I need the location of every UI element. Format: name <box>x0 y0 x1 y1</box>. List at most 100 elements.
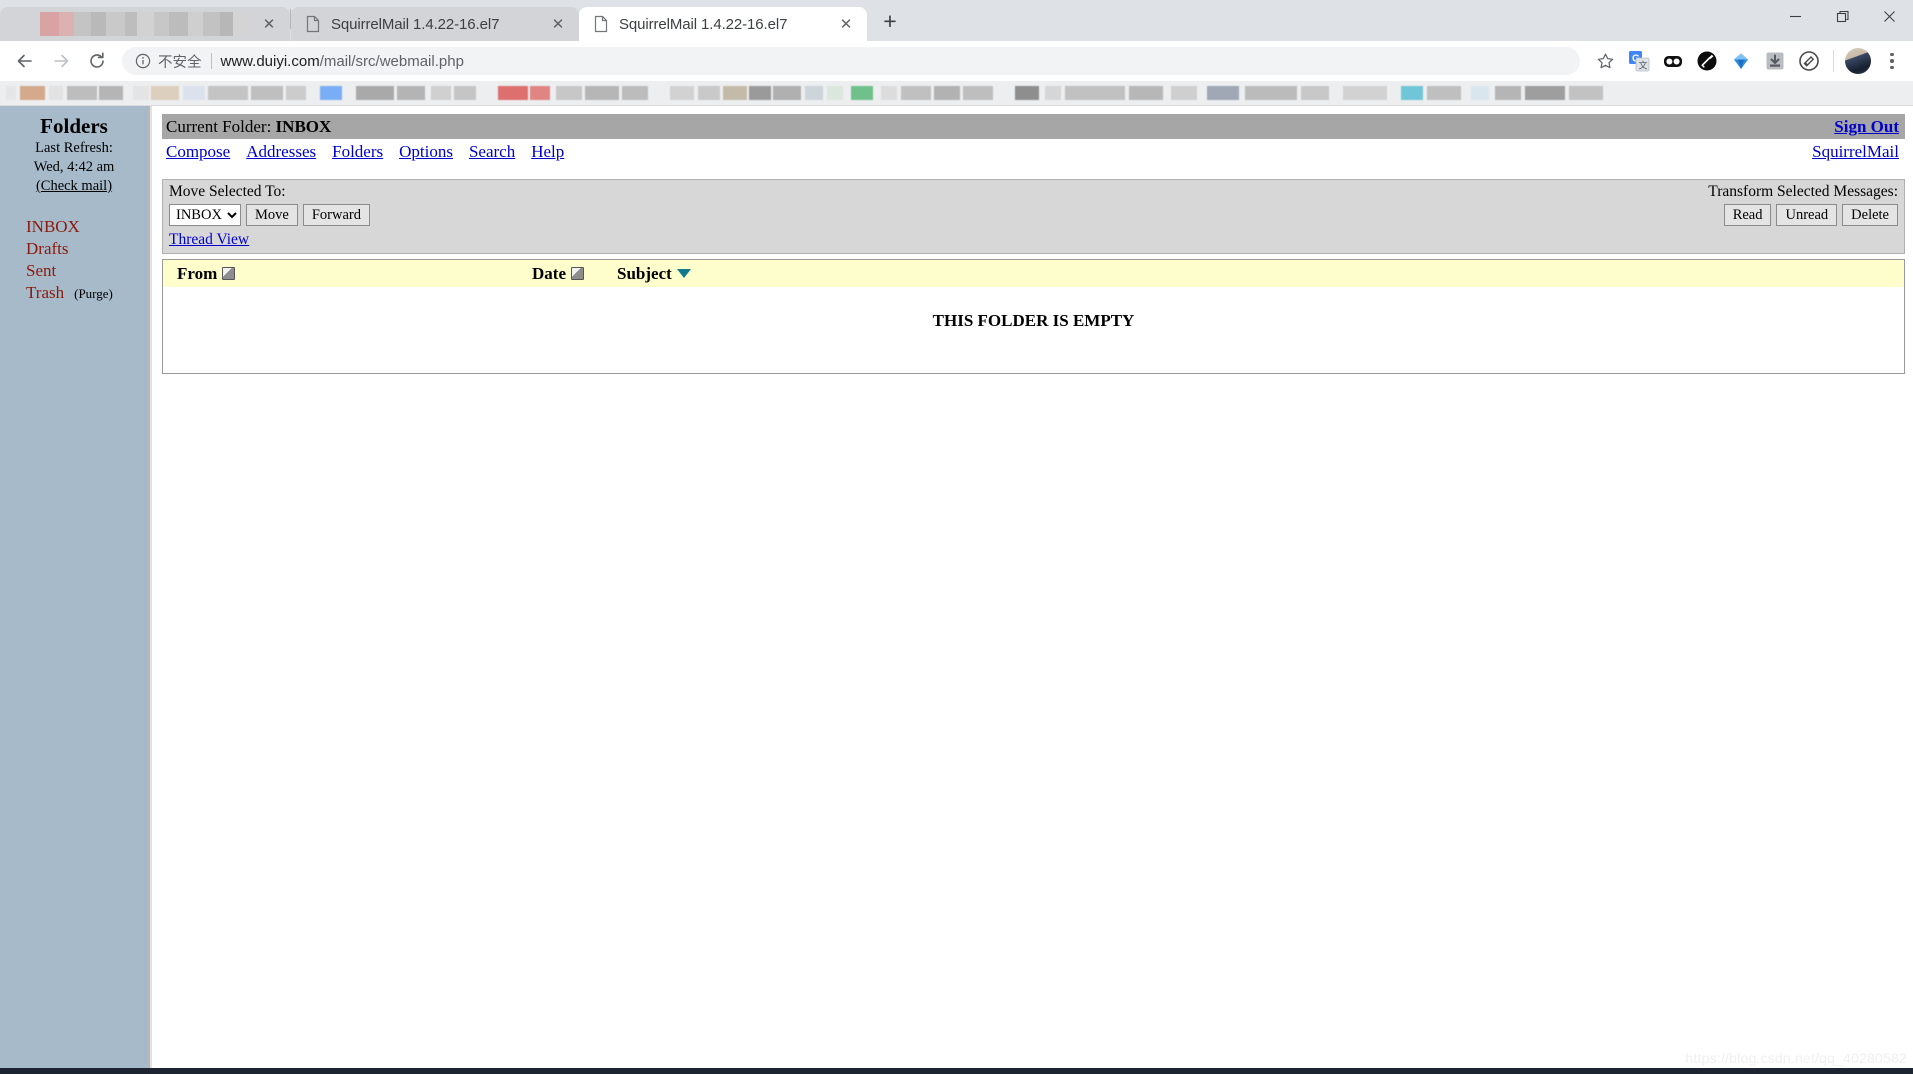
tab-close-button-2[interactable]: ✕ <box>547 13 569 35</box>
bookmark-item[interactable] <box>723 86 747 100</box>
column-header-subject[interactable]: Subject <box>617 264 691 284</box>
bookmark-item[interactable] <box>1343 86 1387 100</box>
folder-label-trash[interactable]: Trash <box>26 283 64 302</box>
squirrelmail-brand-link[interactable]: SquirrelMail <box>1812 142 1899 162</box>
window-minimize-button[interactable] <box>1772 0 1819 33</box>
blue-diamond-extension-icon[interactable] <box>1726 46 1756 76</box>
folder-item-drafts[interactable]: Drafts <box>26 238 148 260</box>
address-bar[interactable]: 不安全 www.duiyi.com/mail/src/webmail.php <box>122 47 1580 75</box>
move-target-folder-select[interactable]: INBOX Drafts Sent Trash <box>169 204 241 226</box>
bookmark-item[interactable] <box>827 86 843 100</box>
bookmark-item[interactable] <box>1045 86 1061 100</box>
folder-item-sent[interactable]: Sent <box>26 260 148 282</box>
bookmark-item[interactable] <box>1427 86 1461 100</box>
bookmark-item[interactable] <box>1245 86 1297 100</box>
bookmark-item[interactable] <box>67 86 97 100</box>
bookmark-item[interactable] <box>397 86 425 100</box>
bookmark-item[interactable] <box>1569 86 1603 100</box>
forward-arrow-icon[interactable] <box>44 44 78 78</box>
dark-brush-extension-icon[interactable] <box>1692 46 1722 76</box>
bookmark-item[interactable] <box>1301 86 1329 100</box>
stamp-extension-icon[interactable] <box>1794 46 1824 76</box>
bookmark-item[interactable] <box>1171 86 1197 100</box>
bookmark-item[interactable] <box>622 86 648 100</box>
dark-glasses-extension-icon[interactable] <box>1658 46 1688 76</box>
bookmark-item[interactable] <box>1065 86 1125 100</box>
new-tab-button[interactable]: + <box>873 4 907 38</box>
bookmark-item[interactable] <box>556 86 582 100</box>
bookmark-item[interactable] <box>1471 86 1489 100</box>
bookmark-item[interactable] <box>251 86 283 100</box>
menu-link-compose[interactable]: Compose <box>166 142 230 162</box>
bookmark-item[interactable] <box>183 86 205 100</box>
bookmark-item[interactable] <box>498 86 528 100</box>
bookmark-item[interactable] <box>20 86 45 100</box>
sort-toggle-icon-date[interactable] <box>570 267 584 280</box>
reload-icon[interactable] <box>80 44 114 78</box>
move-button[interactable]: Move <box>246 204 298 226</box>
bookmark-item[interactable] <box>1015 86 1039 100</box>
menu-link-addresses[interactable]: Addresses <box>246 142 316 162</box>
bookmark-item[interactable] <box>6 86 16 100</box>
folder-label-sent[interactable]: Sent <box>26 261 56 280</box>
bookmark-item[interactable] <box>208 86 248 100</box>
user-avatar[interactable] <box>1845 48 1871 74</box>
tab-close-button-1[interactable]: ✕ <box>258 13 280 35</box>
menu-link-folders[interactable]: Folders <box>332 142 383 162</box>
bookmark-item[interactable] <box>698 86 720 100</box>
download-extension-icon[interactable] <box>1760 46 1790 76</box>
folder-label-inbox[interactable]: INBOX <box>26 217 80 236</box>
check-mail-link[interactable]: (Check mail) <box>36 177 112 196</box>
google-translate-icon[interactable]: G 文 <box>1624 46 1654 76</box>
column-header-from[interactable]: From <box>177 264 532 284</box>
back-arrow-icon[interactable] <box>8 44 42 78</box>
bookmark-item[interactable] <box>773 86 801 100</box>
bookmark-item[interactable] <box>356 86 394 100</box>
delete-button[interactable]: Delete <box>1842 204 1898 226</box>
bookmark-item[interactable] <box>1129 86 1163 100</box>
sort-toggle-icon-from[interactable] <box>222 267 236 280</box>
browser-tab-3-active[interactable]: SquirrelMail 1.4.22-16.el7 ✕ <box>579 7 867 41</box>
window-close-button[interactable] <box>1866 0 1913 33</box>
sign-out-link[interactable]: Sign Out <box>1834 117 1899 137</box>
bookmark-item[interactable] <box>530 86 550 100</box>
mark-read-button[interactable]: Read <box>1723 204 1772 226</box>
sort-desc-caret-icon-subject[interactable] <box>676 269 691 278</box>
bookmark-star-icon[interactable] <box>1590 46 1620 76</box>
window-maximize-button[interactable] <box>1819 0 1866 33</box>
thread-view-link[interactable]: Thread View <box>169 231 249 249</box>
folder-label-drafts[interactable]: Drafts <box>26 239 68 258</box>
menu-link-options[interactable]: Options <box>399 142 453 162</box>
bookmark-item[interactable] <box>585 86 619 100</box>
bookmark-item[interactable] <box>934 86 960 100</box>
bookmark-item[interactable] <box>320 86 342 100</box>
bookmark-item[interactable] <box>805 86 823 100</box>
browser-tab-1[interactable]: ✕ <box>0 7 290 41</box>
purge-link[interactable]: (Purge) <box>74 286 113 301</box>
bookmark-item[interactable] <box>963 86 993 100</box>
bookmark-item[interactable] <box>749 86 771 100</box>
bookmark-item[interactable] <box>133 86 149 100</box>
tab-close-button-3[interactable]: ✕ <box>835 13 857 35</box>
bookmark-item[interactable] <box>49 86 63 100</box>
bookmark-item[interactable] <box>151 86 179 100</box>
bookmarks-bar[interactable] <box>0 81 1913 106</box>
bookmark-item[interactable] <box>431 86 451 100</box>
bookmark-item[interactable] <box>1401 86 1423 100</box>
bookmark-item[interactable] <box>881 86 897 100</box>
bookmark-item[interactable] <box>454 86 476 100</box>
folder-item-inbox[interactable]: INBOX <box>26 216 148 238</box>
menu-link-help[interactable]: Help <box>531 142 564 162</box>
menu-link-search[interactable]: Search <box>469 142 515 162</box>
bookmark-item[interactable] <box>1525 86 1565 100</box>
bookmark-item[interactable] <box>670 86 694 100</box>
column-header-date[interactable]: Date <box>532 264 617 284</box>
bookmark-item[interactable] <box>1495 86 1521 100</box>
forward-button[interactable]: Forward <box>302 204 370 226</box>
bookmark-item[interactable] <box>1207 86 1239 100</box>
browser-tab-2[interactable]: SquirrelMail 1.4.22-16.el7 ✕ <box>291 7 579 41</box>
mark-unread-button[interactable]: Unread <box>1776 204 1838 226</box>
info-circle-icon[interactable] <box>134 53 151 70</box>
bookmark-item[interactable] <box>286 86 306 100</box>
kebab-menu-icon[interactable] <box>1879 46 1905 76</box>
